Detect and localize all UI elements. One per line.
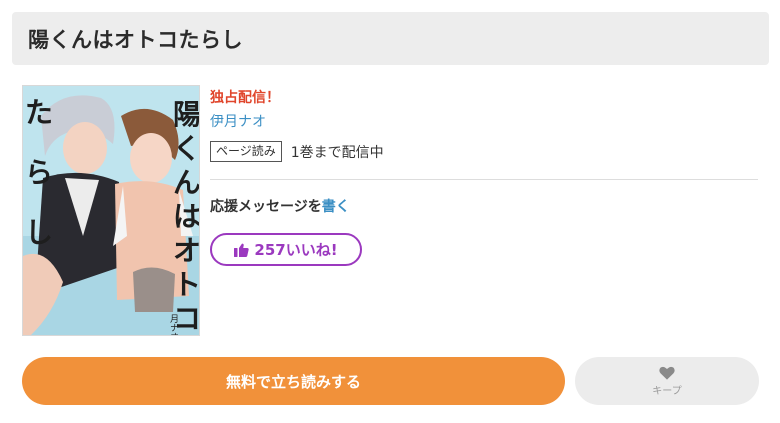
svg-text:は: は <box>173 200 199 233</box>
cover-author-text: 月ナオ <box>168 314 179 335</box>
author-link[interactable]: 伊月ナオ <box>210 111 266 131</box>
support-message-text: 応援メッセージを <box>210 199 322 215</box>
write-message-link[interactable]: 書く <box>322 199 350 215</box>
exclusive-badge: 独占配信！ <box>210 90 280 106</box>
svg-text:し: し <box>25 216 53 249</box>
divider <box>210 179 758 180</box>
heart-icon <box>659 366 675 380</box>
svg-text:オ: オ <box>173 234 199 267</box>
keep-label: キープ <box>652 385 682 397</box>
format-row: ページ読み 1巻まで配信中 <box>210 141 384 162</box>
volume-status: 1巻まで配信中 <box>290 144 384 161</box>
free-preview-label: 無料で立ち読みする <box>225 372 361 391</box>
format-badge: ページ読み <box>210 141 282 162</box>
page-title: 陽くんはオトコたらし <box>28 27 243 52</box>
cover-illustration: 陽 く ん は オ ト コ た ら し 月ナオ <box>23 86 199 335</box>
svg-text:ト: ト <box>173 268 199 301</box>
book-cover[interactable]: 陽 く ん は オ ト コ た ら し 月ナオ <box>22 85 200 336</box>
thumbs-up-icon <box>234 243 250 257</box>
like-button[interactable]: 257いいね! <box>210 233 362 266</box>
keep-button[interactable]: キープ <box>575 357 759 405</box>
title-bar: 陽くんはオトコたらし <box>12 12 769 65</box>
svg-text:ん: ん <box>173 166 199 199</box>
free-preview-button[interactable]: 無料で立ち読みする <box>22 357 565 405</box>
svg-text:ら: ら <box>25 156 53 189</box>
support-message-row: 応援メッセージを書く <box>210 196 350 216</box>
svg-text:た: た <box>25 96 53 129</box>
svg-text:く: く <box>173 132 199 165</box>
like-count: 257いいね! <box>254 241 338 259</box>
svg-text:陽: 陽 <box>173 98 199 131</box>
